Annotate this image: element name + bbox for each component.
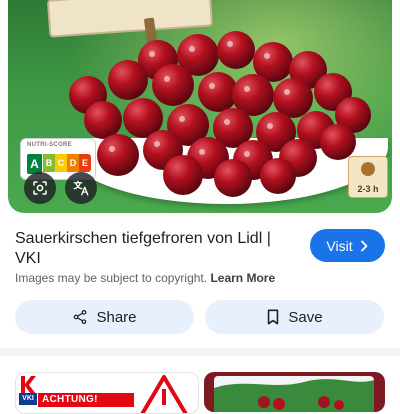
bookmark-icon: [268, 309, 279, 325]
nutriscore-grade-e: E: [79, 154, 91, 172]
share-button[interactable]: Share: [15, 300, 194, 334]
thaw-icon: [361, 162, 375, 176]
nutriscore-title: NUTRI-SCORE: [27, 142, 72, 148]
thaw-time-text: 2-3 h: [357, 184, 379, 194]
translate-icon: [73, 180, 89, 196]
copyright-notice: Images may be subject to copyright. Lear…: [15, 271, 275, 285]
vki-brand-text: VKI: [19, 393, 37, 405]
lens-button[interactable]: [24, 172, 56, 204]
frozen-cherries-package-image: [204, 372, 385, 412]
nutriscore-grade-d: D: [67, 154, 79, 172]
related-image-thumbnail-2[interactable]: [204, 372, 385, 412]
visit-label: Visit: [326, 237, 353, 254]
save-button[interactable]: Save: [205, 300, 384, 334]
section-divider: [0, 348, 400, 356]
thaw-time-badge: 2-3 h: [348, 156, 388, 198]
learn-more-link[interactable]: Learn More: [210, 271, 275, 285]
nutriscore-grade-c: C: [55, 154, 67, 172]
save-label: Save: [288, 308, 323, 326]
result-title[interactable]: Sauerkirschen tiefgefroren von Lidl | VK…: [15, 229, 295, 269]
share-icon: [74, 310, 87, 324]
image-preview[interactable]: NUTRI-SCORE A B C D E 2-3 h: [8, 0, 392, 213]
warning-triangle-icon: [140, 375, 188, 413]
nutriscore-grade-b: B: [43, 154, 55, 172]
related-image-thumbnail[interactable]: VKI ACHTUNG!: [15, 372, 199, 414]
chevron-right-icon: [360, 240, 367, 251]
visit-button[interactable]: Visit: [310, 229, 385, 262]
share-label: Share: [96, 308, 137, 326]
translate-button[interactable]: [65, 172, 97, 204]
nutriscore-scale: A B C D E: [26, 153, 91, 175]
copyright-text: Images may be subject to copyright.: [15, 271, 208, 285]
lens-icon: [33, 181, 47, 195]
warning-banner: ACHTUNG!: [38, 393, 134, 407]
